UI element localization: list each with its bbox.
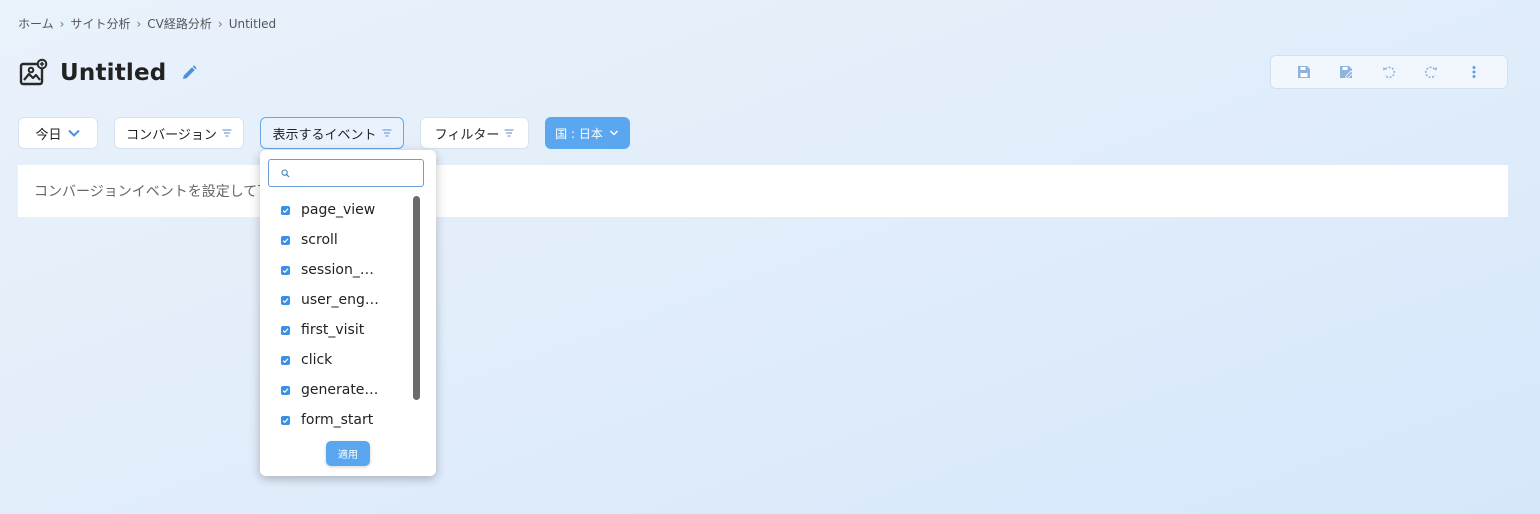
date-range-label: 今日 <box>35 127 62 143</box>
page-header: Untitled <box>18 58 198 88</box>
chevron-down-icon <box>67 129 80 137</box>
undo-icon <box>1382 66 1395 79</box>
more-options-button[interactable] <box>1465 63 1483 81</box>
date-range-select[interactable]: 今日 <box>18 117 98 149</box>
event-option-label: user_eng… <box>301 292 379 308</box>
event-option-label: first_visit <box>301 322 365 338</box>
event-option[interactable]: scroll <box>260 225 436 255</box>
apply-button[interactable]: 適用 <box>326 441 370 466</box>
breadcrumb-current: Untitled <box>228 16 277 31</box>
country-filter-button[interactable]: 国 : 日本 <box>545 117 630 149</box>
event-option-label: scroll <box>301 232 338 248</box>
breadcrumb-separator-icon: › <box>59 16 65 31</box>
events-dropdown: page_view scroll session_s… user_eng… fi… <box>260 150 436 476</box>
event-search-input[interactable] <box>296 163 416 183</box>
events-filter-label: 表示するイベント <box>272 127 377 143</box>
conversion-filter-label: コンバージョン <box>126 127 217 143</box>
breadcrumb: ホーム › サイト分析 › CV経路分析 › Untitled <box>18 15 276 32</box>
event-option[interactable]: page_view <box>260 195 436 225</box>
event-option-label: form_start <box>301 412 374 428</box>
filter-lines-icon <box>504 129 514 137</box>
breadcrumb-site-analysis[interactable]: サイト分析 <box>70 15 130 32</box>
save-as-icon <box>1339 66 1354 79</box>
event-option[interactable]: generate… <box>260 375 436 405</box>
filter-label: フィルター <box>434 127 500 143</box>
event-option[interactable]: click <box>260 345 436 375</box>
page-title: Untitled <box>60 60 167 86</box>
event-option[interactable]: first_visit <box>260 315 436 345</box>
breadcrumb-home[interactable]: ホーム <box>18 15 54 32</box>
save-as-button[interactable] <box>1338 63 1356 81</box>
checkbox-checked-icon[interactable] <box>281 325 290 335</box>
events-filter-button[interactable]: 表示するイベント <box>260 117 404 149</box>
event-search <box>268 159 424 187</box>
report-toolbar <box>1270 55 1508 89</box>
event-option-label: page_view <box>301 202 376 218</box>
redo-button[interactable] <box>1422 63 1440 81</box>
filter-lines-icon <box>382 129 391 137</box>
save-icon <box>1298 66 1311 78</box>
breadcrumb-separator-icon: › <box>136 16 142 31</box>
conversion-notice-text: コンバージョンイベントを設定して下 <box>34 184 272 200</box>
event-list-scrollbar[interactable] <box>413 196 420 400</box>
country-filter-label: 国 : 日本 <box>555 126 603 141</box>
checkbox-checked-icon[interactable] <box>281 265 290 275</box>
filter-lines-icon <box>222 129 232 137</box>
save-button[interactable] <box>1295 63 1313 81</box>
conversion-filter-button[interactable]: コンバージョン <box>114 117 244 149</box>
event-option-label: session_s… <box>301 262 379 278</box>
more-vertical-icon <box>1472 66 1476 78</box>
event-option-label: click <box>301 352 333 368</box>
event-option[interactable]: form_start <box>260 405 436 435</box>
search-icon <box>281 168 290 177</box>
undo-button[interactable] <box>1380 63 1398 81</box>
breadcrumb-separator-icon: › <box>217 16 223 31</box>
checkbox-checked-icon[interactable] <box>281 415 290 425</box>
pencil-icon[interactable] <box>180 64 198 82</box>
checkbox-checked-icon[interactable] <box>281 205 290 215</box>
chevron-down-icon <box>609 130 618 136</box>
checkbox-checked-icon[interactable] <box>281 385 290 395</box>
checkbox-checked-icon[interactable] <box>281 295 290 305</box>
report-image-icon <box>19 58 48 86</box>
checkbox-checked-icon[interactable] <box>281 235 290 245</box>
breadcrumb-cv-path[interactable]: CV経路分析 <box>147 15 212 32</box>
filter-button[interactable]: フィルター <box>420 117 529 149</box>
event-option[interactable]: session_s… <box>260 255 436 285</box>
checkbox-checked-icon[interactable] <box>281 355 290 365</box>
event-option-label: generate… <box>301 382 379 398</box>
event-option[interactable]: user_eng… <box>260 285 436 315</box>
event-list: page_view scroll session_s… user_eng… fi… <box>260 195 436 435</box>
conversion-notice: コンバージョンイベントを設定して下 <box>18 165 1508 217</box>
redo-icon <box>1425 66 1438 79</box>
